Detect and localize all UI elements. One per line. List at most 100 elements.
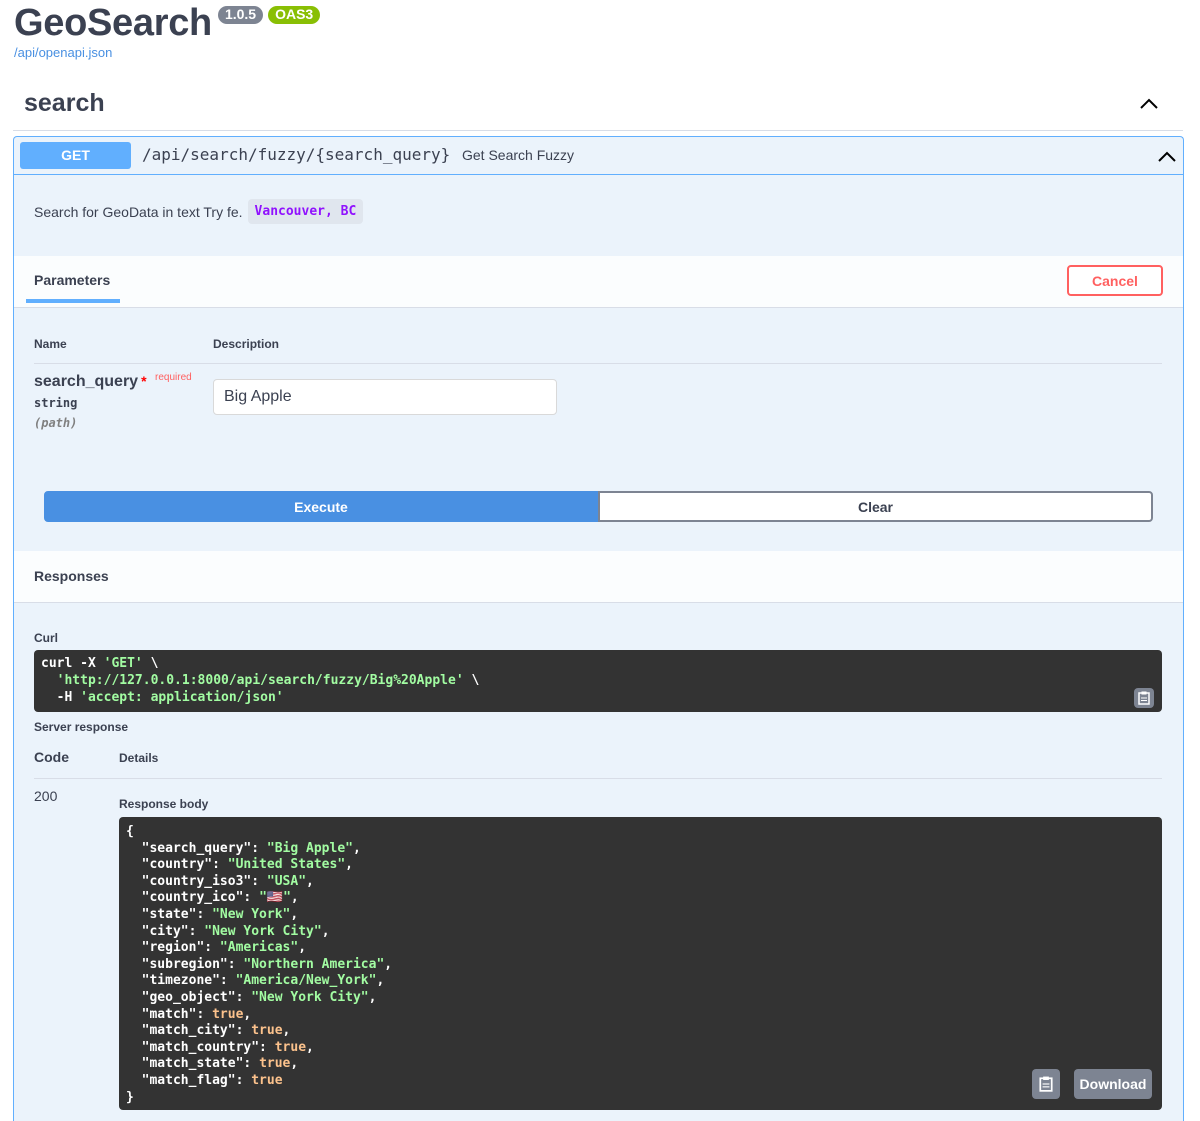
tab-parameters[interactable]: Parameters xyxy=(34,272,110,288)
parameter-name-text: search_query xyxy=(34,373,139,390)
json-field: "search_query": "Big Apple", xyxy=(126,840,361,856)
json-key: "timezone": xyxy=(126,973,236,989)
json-value: "New York City" xyxy=(204,923,322,939)
description-text: Search for GeoData in text Try fe. xyxy=(34,203,243,220)
json-key: "country": xyxy=(126,857,228,873)
json-value: true xyxy=(259,1056,291,1072)
server-response-label: Server response xyxy=(34,720,129,734)
json-value: "USA" xyxy=(266,873,307,889)
json-field: "match_country": true, xyxy=(126,1039,314,1055)
json-key: "city": xyxy=(126,923,205,939)
curl-command-block[interactable]: curl -X 'GET' \ 'http://127.0.0.1:8000/a… xyxy=(34,650,1162,712)
response-body-label: Response body xyxy=(119,797,209,811)
execute-button[interactable]: Execute xyxy=(44,491,598,522)
json-value: "New York City" xyxy=(251,989,369,1005)
json-key: "match_state": xyxy=(126,1056,260,1072)
json-value: "United States" xyxy=(227,857,346,873)
version-badge: 1.0.5 xyxy=(217,6,264,24)
json-field: "state": "New York", xyxy=(126,906,299,922)
clipboard-icon xyxy=(1138,691,1150,705)
operation-summary-bar[interactable]: GET /api/search/fuzzy/{search_query} Get… xyxy=(14,137,1183,175)
json-field: "match": true, xyxy=(126,1006,252,1022)
responses-header: Responses xyxy=(14,551,1183,603)
http-method-badge: GET xyxy=(20,142,131,169)
curl-continuation: \ xyxy=(142,656,159,671)
json-field: "country": "United States", xyxy=(126,857,353,873)
copy-curl-button[interactable] xyxy=(1134,688,1154,708)
json-field: "city": "New York City", xyxy=(126,923,330,939)
json-field: "match_flag": true xyxy=(126,1073,1155,1090)
parameter-type: string xyxy=(34,396,78,410)
parameter-name: search_query * xyxy=(34,373,147,391)
json-field: "country_iso3": "USA", xyxy=(126,873,314,889)
tag-name: search xyxy=(24,89,105,117)
curl-command: curl -X xyxy=(41,656,104,671)
json-field: "subregion": "Northern America", xyxy=(126,956,393,972)
operation-description: Search for GeoData in text Try fe. Vanco… xyxy=(34,199,364,224)
divider xyxy=(34,778,1162,779)
chevron-up-icon[interactable] xyxy=(1157,147,1177,167)
description-code-example: Vancouver, BC xyxy=(247,199,364,224)
json-value: true xyxy=(251,1023,283,1039)
responses-title: Responses xyxy=(34,568,109,584)
json-value: "Northern America" xyxy=(243,956,385,972)
curl-header-flag: -H xyxy=(41,690,81,705)
clipboard-icon xyxy=(1039,1076,1053,1092)
response-json: { "search_query": "Big Apple", "country"… xyxy=(126,824,1155,1106)
chevron-up-icon[interactable] xyxy=(1139,94,1159,114)
parameter-location: (path) xyxy=(34,416,78,430)
json-key: "match_flag": xyxy=(126,1072,252,1088)
json-value: true xyxy=(274,1039,307,1055)
tab-active-indicator xyxy=(26,299,120,303)
json-key: "country_iso3": xyxy=(126,873,267,889)
tag-section-header[interactable]: search xyxy=(13,84,1183,131)
json-key: "search_query": xyxy=(126,840,267,856)
json-key: "region": xyxy=(126,940,220,956)
curl-method: 'GET' xyxy=(103,656,143,671)
json-field: "country_ico": "🇺🇸", xyxy=(126,890,299,906)
json-field: "match_state": true, xyxy=(126,1056,299,1072)
curl-url: 'http://127.0.0.1:8000/api/search/fuzzy/… xyxy=(56,673,464,688)
clear-button[interactable]: Clear xyxy=(598,491,1153,522)
operation-block: GET /api/search/fuzzy/{search_query} Get… xyxy=(13,136,1184,1121)
execute-button-group: Execute Clear xyxy=(44,491,1153,522)
json-brace: { xyxy=(126,824,134,839)
copy-response-button[interactable] xyxy=(1032,1069,1060,1099)
json-field: "timezone": "America/New_York", xyxy=(126,973,385,989)
json-key: "match": xyxy=(126,1006,213,1022)
response-status-code: 200 xyxy=(34,788,58,804)
search-query-input[interactable] xyxy=(213,379,557,415)
response-body-block[interactable]: { "search_query": "Big Apple", "country"… xyxy=(119,817,1162,1110)
column-header-code: Code xyxy=(34,749,69,765)
curl-label: Curl xyxy=(34,631,58,645)
required-star: * xyxy=(141,373,147,389)
api-title-row: GeoSearch 1.0.5 OAS3 xyxy=(14,2,321,46)
json-value: true xyxy=(212,1006,244,1022)
curl-header: 'accept: application/json' xyxy=(80,690,284,705)
oas-badge: OAS3 xyxy=(268,6,321,24)
json-field: "geo_object": "New York City", xyxy=(126,989,377,1005)
column-header-details: Details xyxy=(119,751,159,765)
json-value: "Big Apple" xyxy=(266,840,353,856)
cancel-button[interactable]: Cancel xyxy=(1067,265,1163,296)
download-button[interactable]: Download xyxy=(1074,1069,1152,1099)
json-value: true xyxy=(251,1072,283,1088)
json-brace: } xyxy=(126,1089,134,1105)
json-key: "state": xyxy=(126,906,213,922)
json-value: "New York" xyxy=(212,906,291,922)
json-value: "🇺🇸" xyxy=(259,890,291,906)
json-value: "America/New_York" xyxy=(235,973,377,989)
parameters-header: Parameters Cancel xyxy=(14,256,1183,308)
divider xyxy=(34,363,1162,364)
column-header-description: Description xyxy=(213,337,280,351)
json-field: "match_city": true, xyxy=(126,1023,291,1039)
curl-continuation: \ xyxy=(463,673,480,688)
operation-path: /api/search/fuzzy/{search_query} xyxy=(142,145,451,164)
json-value: "Americas" xyxy=(219,940,299,956)
json-key: "match_city": xyxy=(126,1023,252,1039)
column-header-name: Name xyxy=(34,337,67,351)
openapi-spec-link[interactable]: /api/openapi.json xyxy=(14,45,112,60)
json-key: "match_country": xyxy=(126,1039,275,1055)
operation-summary: Get Search Fuzzy xyxy=(462,147,575,163)
api-title: GeoSearch xyxy=(14,2,212,44)
